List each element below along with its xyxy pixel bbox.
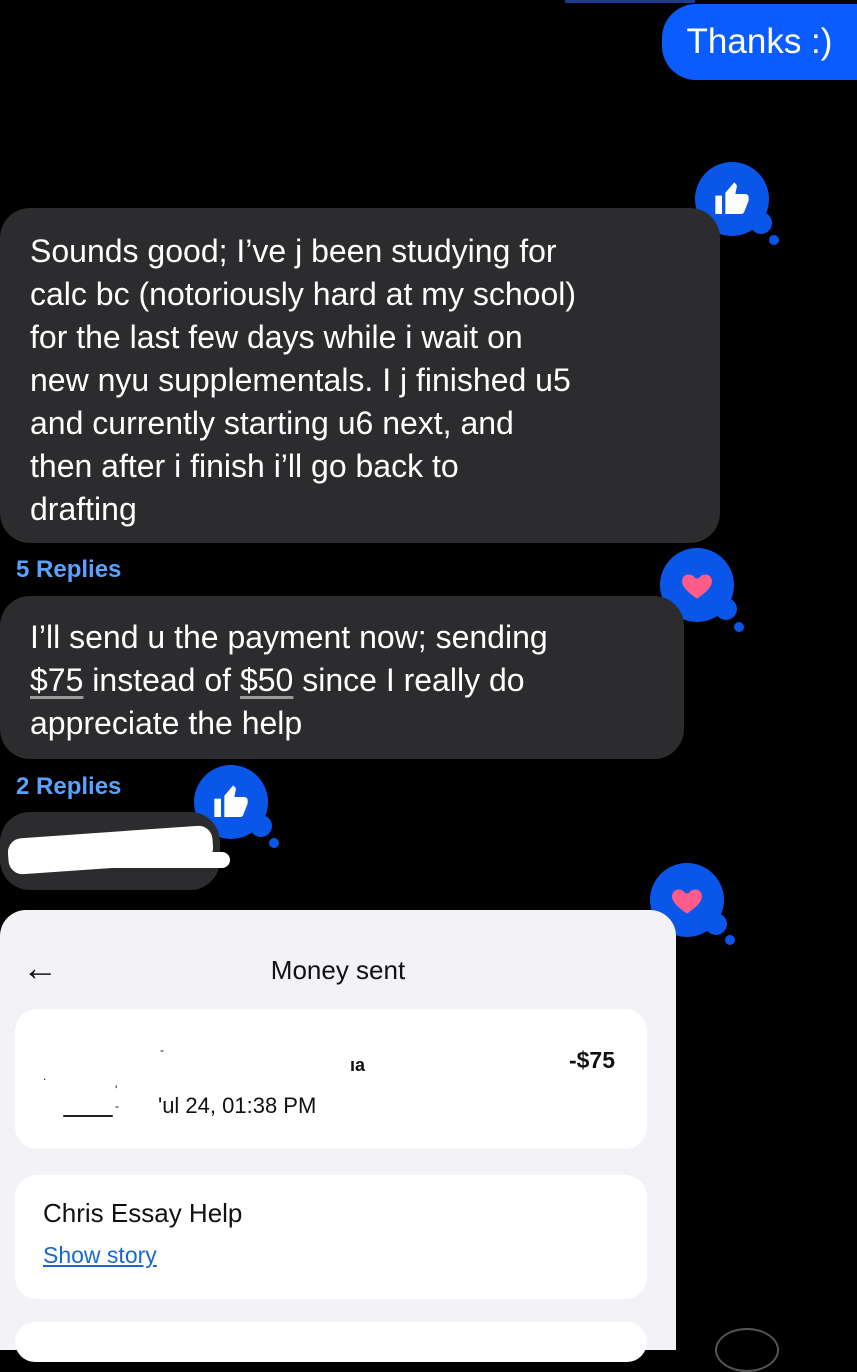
message-line: new nyu supplementals. I j finished u5 — [30, 362, 571, 398]
message-line: calc bc (notoriously hard at my school) — [30, 276, 576, 312]
incoming-message-bubble[interactable]: I’ll send u the payment now; sending $75… — [0, 596, 684, 759]
replies-link[interactable]: 5 Replies — [16, 556, 121, 584]
reaction-tail — [705, 913, 727, 935]
redacted-fragment: . — [43, 1069, 47, 1083]
message-line: Sounds good; I’ve j been studying for — [30, 233, 557, 269]
redacted-fragment: ıa — [350, 1055, 366, 1075]
heart-icon — [682, 574, 712, 599]
outgoing-message-bubble[interactable]: Thanks :) — [662, 4, 857, 80]
transaction-tile: - ıa . ' - 'ul 24, 01:38 PM -$75 — [15, 1009, 647, 1149]
thumbs-up-icon — [214, 785, 248, 817]
price-link[interactable]: $50 — [240, 662, 293, 698]
message-line: I’ll send u the payment now; sending — [30, 619, 548, 655]
redacted-message-bubble[interactable] — [0, 812, 230, 890]
message-fragment: since I really do — [293, 662, 525, 698]
message-line: drafting — [30, 491, 137, 527]
redacted-avatar-outline — [63, 1115, 113, 1117]
corner-ring — [715, 1328, 779, 1372]
reaction-tail — [750, 212, 772, 234]
message-fragment: instead of — [83, 662, 240, 698]
message-line: then after i finish i’ll go back to — [30, 448, 459, 484]
price-link[interactable]: $75 — [30, 662, 83, 698]
message-line: for the last few days while i wait on — [30, 319, 523, 355]
reaction-dot — [769, 235, 779, 245]
transaction-date: 'ul 24, 01:38 PM — [158, 1093, 317, 1118]
thumbs-up-icon — [715, 182, 749, 214]
redacted-fragment: ' — [115, 1083, 118, 1097]
next-tile — [15, 1322, 647, 1362]
reaction-dot — [725, 935, 735, 945]
reaction-dot — [269, 838, 279, 848]
reaction-dot — [734, 622, 744, 632]
screenshot-title: Money sent — [270, 955, 406, 985]
heart-icon — [672, 889, 702, 914]
message-line: and currently starting u6 next, and — [30, 405, 514, 441]
redacted-fragment: - — [160, 1043, 164, 1057]
reaction-tail — [715, 598, 737, 620]
story-title: Chris Essay Help — [43, 1198, 243, 1228]
message-line: appreciate the help — [30, 705, 303, 741]
payment-screenshot[interactable]: ← Money sent - ıa . ' - 'ul 24, 01:38 PM… — [0, 910, 676, 1362]
story-tile: Chris Essay Help Show story — [15, 1175, 647, 1299]
redaction-scribble — [40, 852, 230, 868]
incoming-message-bubble[interactable]: Sounds good; I’ve j been studying for ca… — [0, 208, 720, 543]
transaction-amount: -$75 — [568, 1047, 615, 1073]
replies-link[interactable]: 2 Replies — [16, 773, 121, 801]
redacted-fragment: - — [115, 1099, 119, 1113]
top-divider — [565, 0, 695, 3]
outgoing-message-text: Thanks :) — [686, 22, 833, 61]
message-line: $75 instead of $50 since I really do — [30, 659, 654, 702]
show-story-link[interactable]: Show story — [43, 1242, 157, 1269]
reaction-tail — [250, 815, 272, 837]
